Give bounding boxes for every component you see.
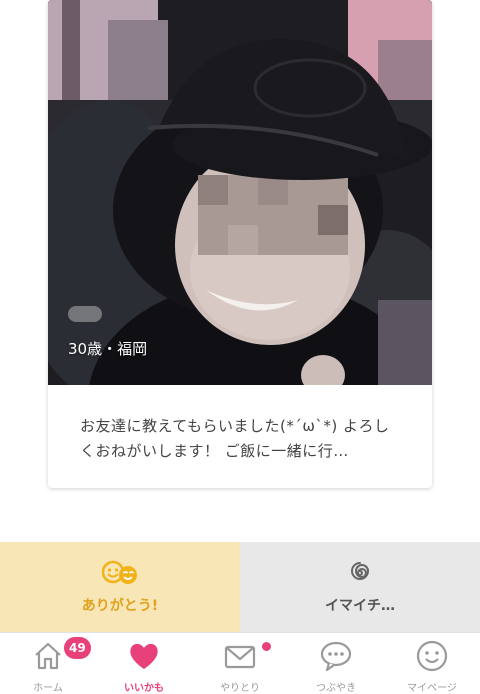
speech-bubble-icon <box>319 639 353 677</box>
mail-icon <box>223 639 257 677</box>
tab-tweets[interactable]: つぶやき <box>288 633 384 694</box>
bottom-tab-bar: ホーム 49 いいかも やりとり つぶやき マイページ <box>0 632 480 694</box>
tab-messages[interactable]: やりとり <box>192 633 288 694</box>
profile-photo[interactable]: 30歳・福岡 <box>48 0 432 385</box>
tab-likes-label: いいかも <box>124 683 164 694</box>
profile-photo-image <box>48 0 432 385</box>
double-smiley-icon <box>99 559 141 591</box>
profile-age-location: 30歳・福岡 <box>68 340 148 358</box>
home-icon <box>31 639 65 677</box>
tab-messages-label: やりとり <box>220 683 260 694</box>
not-quite-label: イマイチ… <box>325 598 395 614</box>
tab-home-label: ホーム <box>33 683 63 694</box>
not-quite-button[interactable]: イマイチ… <box>240 542 480 632</box>
tab-home[interactable]: ホーム 49 <box>0 633 96 694</box>
thanks-button[interactable]: ありがとう! <box>0 542 240 632</box>
tab-mypage[interactable]: マイページ <box>384 633 480 694</box>
tab-tweets-label: つぶやき <box>316 683 356 694</box>
home-count-badge: 49 <box>64 637 91 659</box>
messages-unread-dot <box>262 642 271 651</box>
profile-bio: お友達に教えてもらいました(*´ω`*) よろしくおねがいします！ ご飯に一緒に… <box>80 417 390 460</box>
smiley-icon <box>415 639 449 677</box>
heart-icon <box>127 639 161 677</box>
tab-likes[interactable]: いいかも <box>96 633 192 694</box>
tab-mypage-label: マイページ <box>407 683 457 694</box>
photo-count-badge <box>68 306 102 322</box>
profile-card[interactable]: 30歳・福岡 お友達に教えてもらいました(*´ω`*) よろしくおねがいします！… <box>48 0 432 488</box>
thanks-label: ありがとう! <box>81 598 159 614</box>
spiral-icon <box>346 559 374 591</box>
reaction-bar: ありがとう! イマイチ… <box>0 542 480 632</box>
